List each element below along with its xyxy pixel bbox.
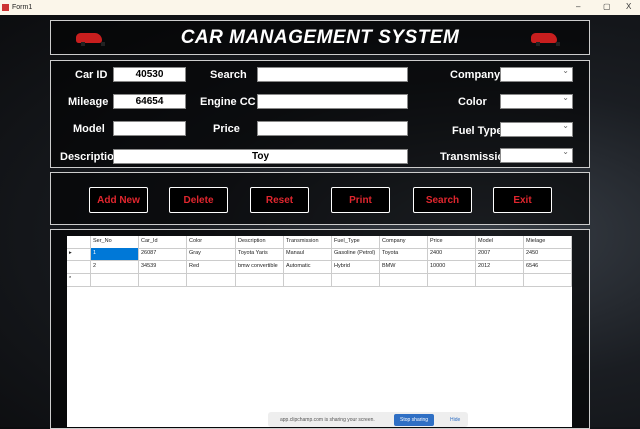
cars-data-grid[interactable]: Ser_No Car_Id Color Description Transmission… (67, 236, 572, 427)
color-label: Color (458, 96, 487, 108)
car-icon (531, 33, 560, 46)
grid-cell[interactable] (236, 274, 284, 287)
new-row[interactable]: * (67, 274, 572, 287)
delete-button[interactable]: Delete (169, 187, 228, 213)
engine-cc-input[interactable] (257, 94, 408, 109)
title-bar: Form1 – ▢ X (0, 0, 640, 15)
grid-cell[interactable] (524, 274, 572, 287)
grid-cell[interactable]: Manaul (284, 248, 332, 261)
grid-cell[interactable] (187, 274, 236, 287)
grid-cell[interactable]: 26087 (139, 248, 187, 261)
company-label: Company (450, 69, 501, 81)
page-title: CAR MANAGEMENT SYSTEM (180, 26, 460, 48)
company-select[interactable] (500, 66, 573, 82)
screen-share-bar: app.clipchamp.com is sharing your screen… (268, 412, 468, 427)
grid-cell[interactable]: Gasoline (Petrol) (332, 248, 380, 261)
grid-cell[interactable]: 2007 (476, 248, 524, 261)
print-button[interactable]: Print (331, 187, 390, 213)
color-select[interactable] (500, 93, 573, 109)
grid-cell[interactable]: Gray (187, 248, 236, 261)
engine-cc-label: Engine CC (200, 96, 256, 108)
add-new-button[interactable]: Add New (89, 187, 148, 213)
grid-cell[interactable]: 1 (91, 248, 139, 261)
exit-button[interactable]: Exit (493, 187, 552, 213)
grid-cell[interactable] (91, 274, 139, 287)
maximize-button[interactable]: ▢ (603, 2, 611, 11)
grid-cell[interactable]: 10000 (428, 261, 476, 274)
mileage-label: Mileage (68, 96, 109, 108)
share-text: app.clipchamp.com is sharing your screen… (280, 416, 375, 423)
hide-button[interactable]: Hide (450, 417, 460, 423)
car-id-label: Car ID (75, 69, 108, 81)
row-header[interactable]: * (67, 274, 91, 287)
grid-cell[interactable]: Toyota (380, 248, 428, 261)
reset-button[interactable]: Reset (250, 187, 309, 213)
table-row[interactable]: 2 34539 Red bmw convertible Automatic Hybrid B… (67, 261, 572, 274)
grid-cell[interactable]: 2450 (524, 248, 572, 261)
grid-cell[interactable] (428, 274, 476, 287)
grid-cell[interactable]: 2012 (476, 261, 524, 274)
fuel-type-label: Fuel Type (452, 125, 503, 137)
grid-cell[interactable]: 2 (91, 261, 139, 274)
model-input[interactable] (113, 121, 186, 136)
grid-cell[interactable]: BMW (380, 261, 428, 274)
fuel-type-select[interactable] (500, 121, 573, 137)
minimize-button[interactable]: – (576, 2, 580, 11)
window-title: Form1 (12, 4, 33, 11)
close-button[interactable]: X (626, 2, 631, 11)
price-input[interactable] (257, 121, 408, 136)
row-header[interactable]: ▸ (67, 248, 91, 261)
grid-cell[interactable]: 34539 (139, 261, 187, 274)
grid-cell[interactable] (476, 274, 524, 287)
stop-sharing-button[interactable]: Stop sharing (394, 414, 435, 426)
grid-cell[interactable] (380, 274, 428, 287)
grid-cell[interactable]: Automatic (284, 261, 332, 274)
car-id-input[interactable]: 40530 (113, 67, 186, 82)
grid-cell[interactable]: Red (187, 261, 236, 274)
grid-cell[interactable] (284, 274, 332, 287)
grid-cell[interactable]: Hybrid (332, 261, 380, 274)
header-panel: CAR MANAGEMENT SYSTEM (50, 20, 590, 55)
description-label: Description (60, 151, 121, 163)
grid-cell[interactable] (332, 274, 380, 287)
grid-cell[interactable]: Toyota Yaris (236, 248, 284, 261)
app-icon (2, 4, 9, 11)
search-input[interactable] (257, 67, 408, 82)
button-panel: Add New Delete Reset Print Search Exit (50, 172, 590, 225)
table-row[interactable]: ▸ 1 26087 Gray Toyota Yaris Manaul Gasoline (P… (67, 248, 572, 261)
mileage-input[interactable]: 64654 (113, 94, 186, 109)
search-label: Search (210, 69, 247, 81)
car-icon (76, 33, 105, 46)
grid-cell[interactable]: 2400 (428, 248, 476, 261)
row-header[interactable] (67, 261, 91, 274)
transmission-select[interactable] (500, 147, 573, 163)
description-input[interactable]: Toy (113, 149, 408, 164)
search-button[interactable]: Search (413, 187, 472, 213)
grid-cell[interactable] (139, 274, 187, 287)
grid-cell[interactable]: bmw convertible (236, 261, 284, 274)
grid-cell[interactable]: 6546 (524, 261, 572, 274)
model-label: Model (73, 123, 105, 135)
price-label: Price (213, 123, 240, 135)
